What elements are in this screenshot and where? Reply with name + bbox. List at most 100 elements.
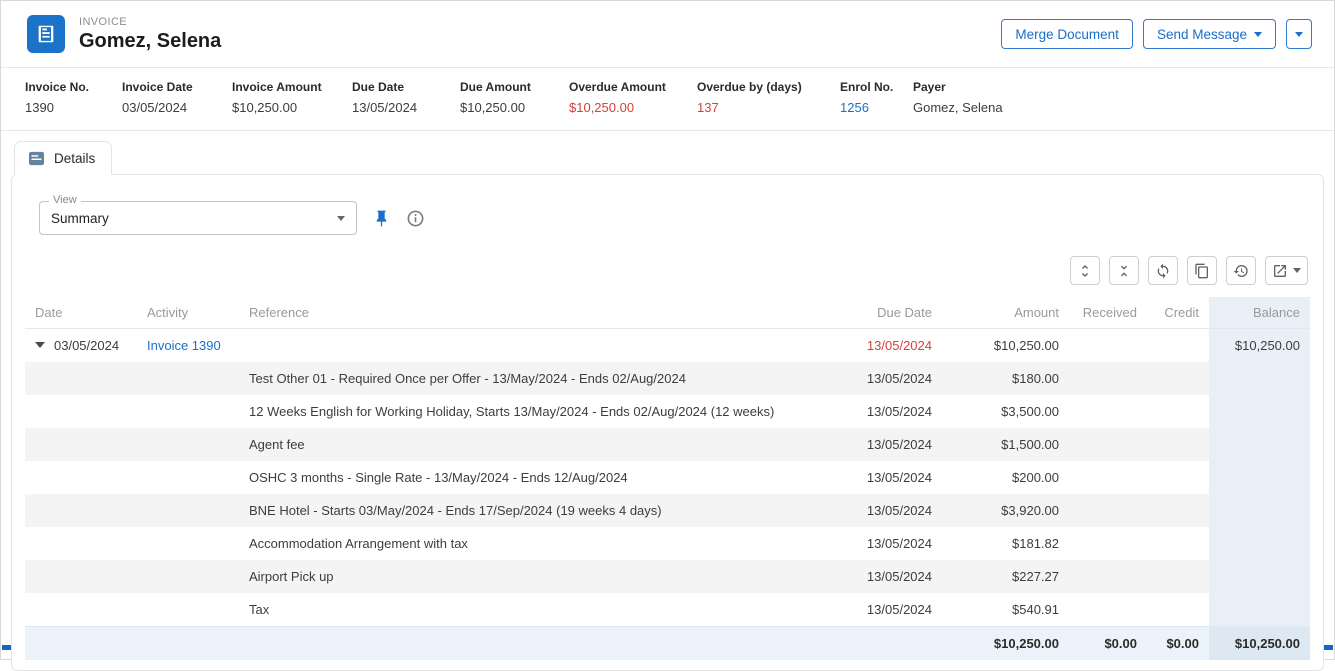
field-value: 137 <box>697 100 840 115</box>
more-actions-button[interactable] <box>1286 19 1312 49</box>
amount-cell: $180.00 <box>942 362 1069 395</box>
date-cell <box>25 627 137 661</box>
due-date-cell <box>842 627 942 661</box>
total-balance: $10,250.00 <box>1209 627 1310 661</box>
summary-field-invoice-date: Invoice Date 03/05/2024 <box>122 80 232 115</box>
field-label: Invoice Amount <box>232 80 352 94</box>
app-window: INVOICE Gomez, Selena Merge Document Sen… <box>0 0 1335 660</box>
credit-cell <box>1147 428 1209 461</box>
balance-cell <box>1209 362 1310 395</box>
amount-cell: $3,920.00 <box>942 494 1069 527</box>
tab-details-label: Details <box>54 151 95 166</box>
view-info-button[interactable] <box>406 209 425 228</box>
invoice-parent-row: 03/05/2024 Invoice 1390 13/05/2024 $10,2… <box>25 329 1310 363</box>
field-label: Invoice Date <box>122 80 232 94</box>
due-date-cell: 13/05/2024 <box>842 593 942 627</box>
field-value: 13/05/2024 <box>352 100 460 115</box>
reference-cell: 12 Weeks English for Working Holiday, St… <box>239 395 842 428</box>
received-cell <box>1069 461 1147 494</box>
activity-cell <box>137 527 239 560</box>
view-select-value: Summary <box>51 211 109 226</box>
received-cell <box>1069 527 1147 560</box>
received-cell <box>1069 593 1147 627</box>
export-button[interactable] <box>1265 256 1308 285</box>
credit-cell <box>1147 494 1209 527</box>
total-amount: $10,250.00 <box>942 627 1069 661</box>
column-header-due-date[interactable]: Due Date <box>842 297 942 329</box>
field-value: Gomez, Selena <box>913 100 1310 115</box>
table-row: Airport Pick up 13/05/2024 $227.27 <box>25 560 1310 593</box>
expand-all-rows-button[interactable] <box>1070 256 1100 285</box>
refresh-button[interactable] <box>1148 256 1178 285</box>
column-header-received[interactable]: Received <box>1069 297 1147 329</box>
view-selector-row: View Summary <box>39 201 1296 235</box>
page-title: Gomez, Selena <box>79 30 221 53</box>
due-date-cell: 13/05/2024 <box>842 362 942 395</box>
view-select[interactable]: View Summary <box>39 201 357 235</box>
reference-cell: Accommodation Arrangement with tax <box>239 527 842 560</box>
header-actions: Merge Document Send Message <box>1001 19 1312 49</box>
column-header-reference[interactable]: Reference <box>239 297 842 329</box>
received-cell <box>1069 362 1147 395</box>
credit-cell <box>1147 329 1209 363</box>
field-label: Overdue Amount <box>569 80 697 94</box>
table-row: 12 Weeks English for Working Holiday, St… <box>25 395 1310 428</box>
credit-cell <box>1147 461 1209 494</box>
chevron-down-icon <box>1293 268 1301 273</box>
amount-cell: $3,500.00 <box>942 395 1069 428</box>
send-message-button[interactable]: Send Message <box>1143 19 1276 49</box>
received-cell <box>1069 494 1147 527</box>
field-value: 03/05/2024 <box>122 100 232 115</box>
date-cell <box>25 395 137 428</box>
reference-cell: Agent fee <box>239 428 842 461</box>
column-header-balance[interactable]: Balance <box>1209 297 1310 329</box>
collapse-all-rows-button[interactable] <box>1109 256 1139 285</box>
due-date-cell: 13/05/2024 <box>842 527 942 560</box>
due-date-cell: 13/05/2024 <box>842 461 942 494</box>
reference-cell <box>239 627 842 661</box>
received-cell <box>1069 395 1147 428</box>
invoice-lines-table: Date Activity Reference Due Date Amount … <box>25 297 1310 660</box>
pin-view-button[interactable] <box>372 209 391 228</box>
activity-cell <box>137 627 239 661</box>
details-panel: View Summary <box>11 174 1324 671</box>
column-header-amount[interactable]: Amount <box>942 297 1069 329</box>
date-cell <box>25 593 137 627</box>
amount-cell: $10,250.00 <box>942 329 1069 363</box>
due-date-cell: 13/05/2024 <box>842 560 942 593</box>
balance-cell <box>1209 461 1310 494</box>
table-header-row: Date Activity Reference Due Date Amount … <box>25 297 1310 329</box>
summary-field-enrol-no: Enrol No. 1256 <box>840 80 913 115</box>
due-date-cell: 13/05/2024 <box>842 494 942 527</box>
send-message-label: Send Message <box>1157 27 1247 42</box>
column-header-credit[interactable]: Credit <box>1147 297 1209 329</box>
amount-cell: $200.00 <box>942 461 1069 494</box>
received-cell <box>1069 428 1147 461</box>
activity-cell <box>137 593 239 627</box>
field-label: Overdue by (days) <box>697 80 840 94</box>
chevron-down-icon <box>1295 32 1303 37</box>
due-date-cell: 13/05/2024 <box>842 395 942 428</box>
invoice-link[interactable]: Invoice 1390 <box>147 338 221 353</box>
history-button[interactable] <box>1226 256 1256 285</box>
enrol-no-link[interactable]: 1256 <box>840 100 913 115</box>
received-cell <box>1069 560 1147 593</box>
column-header-date[interactable]: Date <box>25 297 137 329</box>
invoice-icon <box>27 15 65 53</box>
info-circle-icon <box>406 209 425 228</box>
summary-field-overdue-amount: Overdue Amount $10,250.00 <box>569 80 697 115</box>
merge-document-button[interactable]: Merge Document <box>1001 19 1133 49</box>
column-header-activity[interactable]: Activity <box>137 297 239 329</box>
row-collapse-icon[interactable] <box>35 342 45 348</box>
activity-cell: Invoice 1390 <box>137 329 239 363</box>
tab-details[interactable]: Details <box>14 141 112 175</box>
merge-document-label: Merge Document <box>1015 27 1119 42</box>
credit-cell <box>1147 395 1209 428</box>
date-value: 03/05/2024 <box>54 338 119 353</box>
credit-cell <box>1147 593 1209 627</box>
details-tab-icon <box>28 151 45 166</box>
copy-grid-button[interactable] <box>1187 256 1217 285</box>
activity-cell <box>137 428 239 461</box>
title-block: INVOICE Gomez, Selena <box>79 16 221 53</box>
date-cell: 03/05/2024 <box>25 329 137 363</box>
